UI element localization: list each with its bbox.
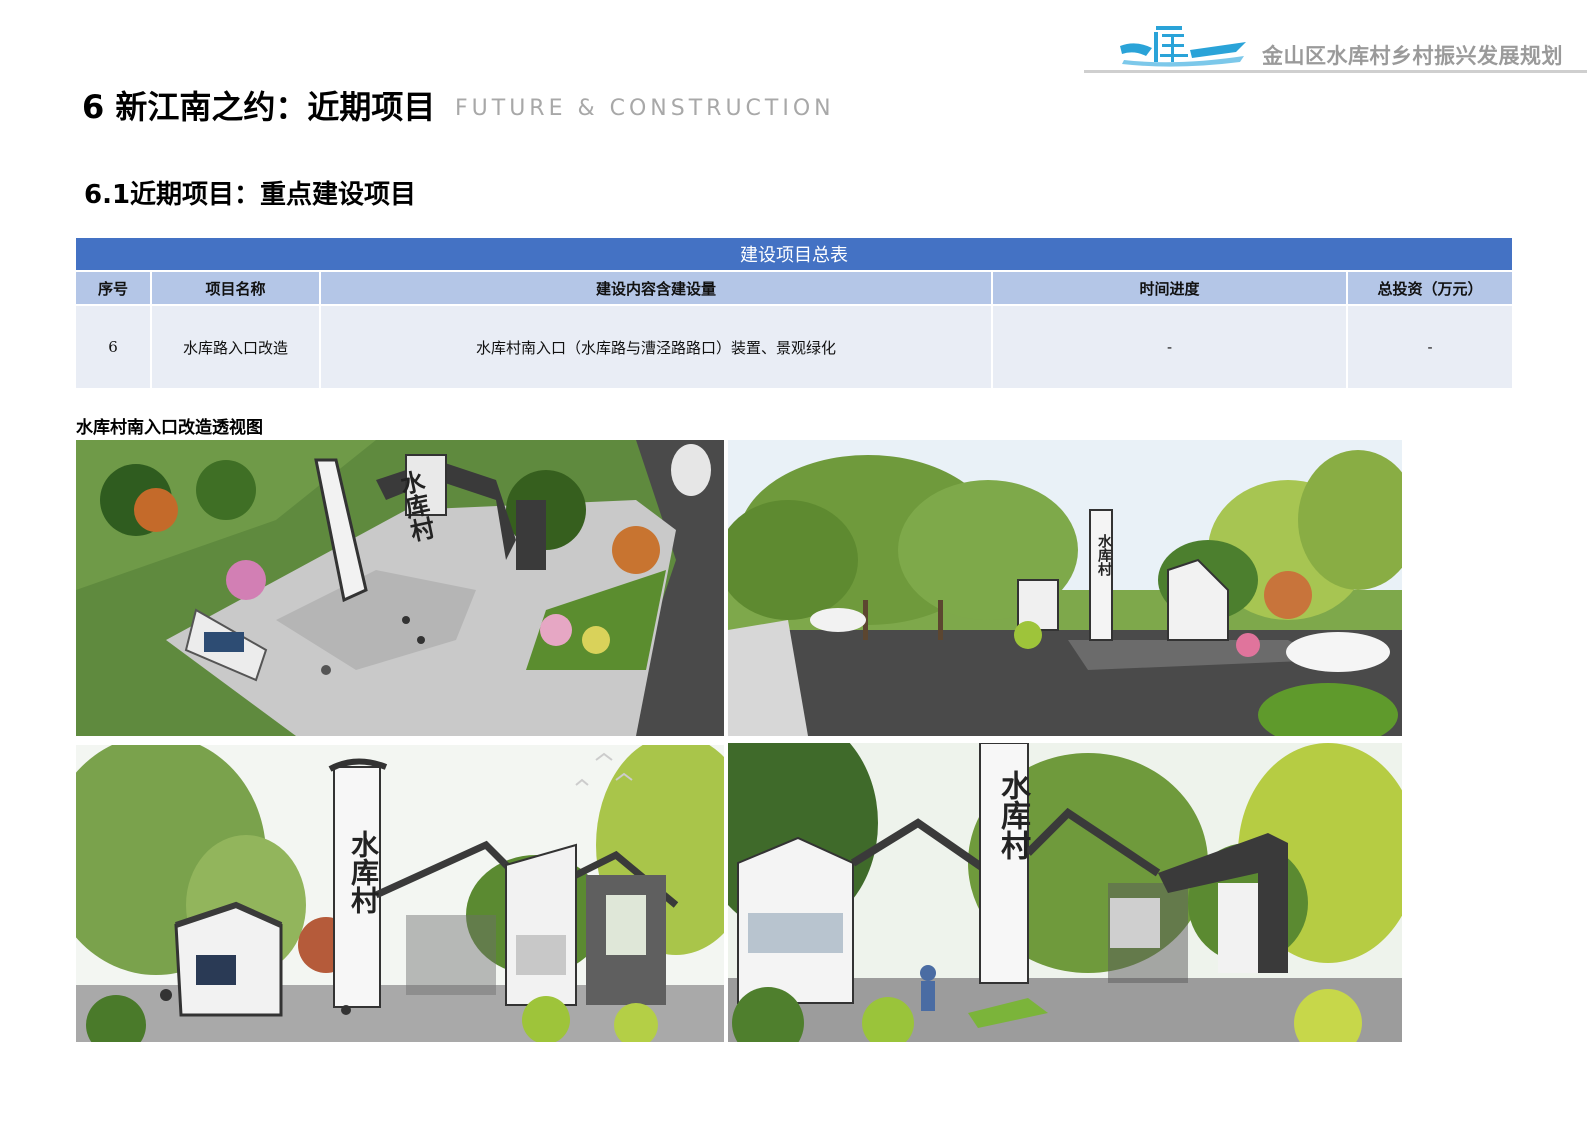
sign-text-front: 水库村: [347, 830, 380, 914]
page-title: 6 新江南之约：近期项目: [82, 88, 436, 126]
water-reservoir-logo-icon: [1116, 20, 1256, 68]
figure-caption: 水库村南入口改造透视图: [76, 418, 263, 438]
project-summary-table: 建设项目总表 序号 项目名称 建设内容含建设量 时间进度 总投资（万元） 6 水…: [76, 238, 1513, 388]
column-header-index: 序号: [76, 270, 152, 305]
column-header-investment: 总投资（万元）: [1347, 270, 1513, 305]
cell-index: 6: [76, 304, 152, 388]
table-caption: 建设项目总表: [76, 238, 1513, 271]
column-header-schedule: 时间进度: [992, 270, 1348, 305]
header-divider: [1084, 70, 1587, 73]
section-title: 6.1近期项目：重点建设项目: [84, 180, 417, 210]
cell-schedule: -: [992, 304, 1348, 388]
plan-title: 金山区水库村乡村振兴发展规划: [1262, 44, 1563, 68]
sign-text-street: 水库村: [1096, 534, 1112, 576]
table-row: 6 水库路入口改造 水库村南入口（水库路与漕泾路路口）装置、景观绿化 - -: [76, 304, 1513, 388]
cell-project-name: 水库路入口改造: [151, 304, 321, 388]
cell-content: 水库村南入口（水库路与漕泾路路口）装置、景观绿化: [320, 304, 993, 388]
gate-close-view-render: [728, 743, 1402, 1042]
page-subtitle: FUTURE & CONSTRUCTION: [455, 96, 835, 121]
cell-investment: -: [1347, 304, 1513, 388]
sign-text-close: 水库村: [995, 770, 1030, 860]
column-header-content: 建设内容含建设量: [320, 270, 993, 305]
gate-front-view-render: [76, 745, 724, 1042]
column-header-project-name: 项目名称: [151, 270, 321, 305]
street-view-render: [728, 440, 1402, 736]
